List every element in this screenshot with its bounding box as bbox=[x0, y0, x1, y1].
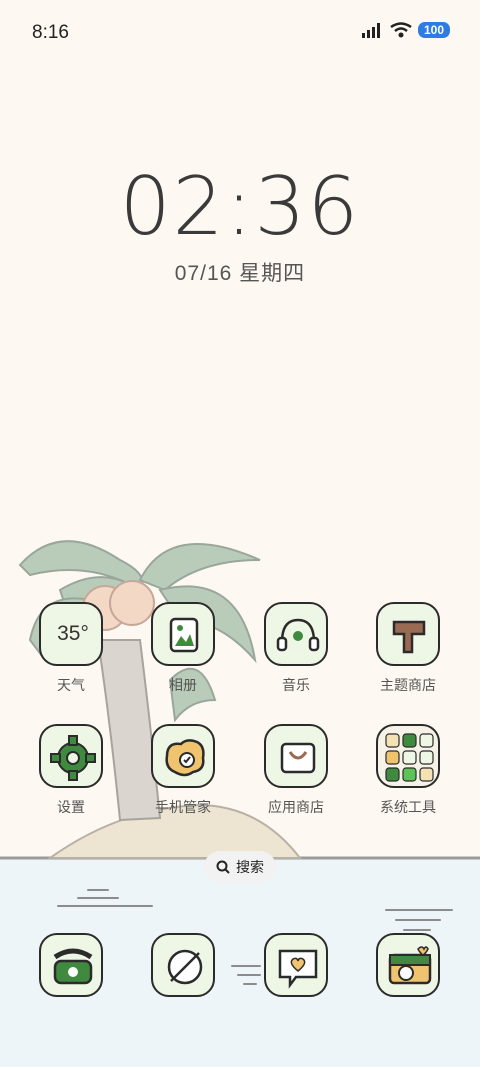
camera-icon[interactable] bbox=[376, 933, 440, 997]
dock-browser[interactable] bbox=[133, 933, 233, 997]
music-icon[interactable] bbox=[264, 602, 328, 666]
phone-manager-icon[interactable] bbox=[151, 724, 215, 788]
app-settings[interactable]: 设置 bbox=[21, 724, 121, 817]
app-label: 相册 bbox=[169, 677, 197, 693]
clock-time: 02:36 bbox=[119, 160, 361, 253]
gallery-icon[interactable] bbox=[151, 602, 215, 666]
messages-icon[interactable] bbox=[264, 933, 328, 997]
weather-temp: 35° bbox=[57, 622, 89, 645]
dock-messages[interactable] bbox=[246, 933, 346, 997]
search-label: 搜索 bbox=[236, 859, 264, 875]
app-store-icon[interactable] bbox=[264, 724, 328, 788]
dock-phone[interactable] bbox=[21, 933, 121, 997]
status-icons: 100 bbox=[361, 22, 450, 38]
settings-icon[interactable] bbox=[39, 724, 103, 788]
app-label: 应用商店 bbox=[268, 799, 324, 815]
app-label: 设置 bbox=[57, 799, 85, 815]
dock-camera[interactable] bbox=[358, 933, 458, 997]
system-tools-folder-icon[interactable] bbox=[376, 724, 440, 788]
status-bar: 8:16 100 bbox=[0, 0, 480, 66]
app-theme-store[interactable]: 主题商店 bbox=[358, 602, 458, 695]
phone-icon[interactable] bbox=[39, 933, 103, 997]
app-music[interactable]: 音乐 bbox=[246, 602, 346, 695]
app-app-store[interactable]: 应用商店 bbox=[246, 724, 346, 817]
weather-icon[interactable]: 35° bbox=[39, 602, 103, 666]
theme-store-icon[interactable] bbox=[376, 602, 440, 666]
signal-icon bbox=[361, 23, 380, 38]
app-label: 主题商店 bbox=[380, 677, 436, 693]
app-label: 天气 bbox=[57, 677, 85, 693]
battery-indicator: 100 bbox=[417, 22, 450, 38]
app-weather[interactable]: 35° 天气 bbox=[21, 602, 121, 695]
app-label: 手机管家 bbox=[155, 799, 211, 815]
folder-system-tools[interactable]: 系统工具 bbox=[358, 724, 458, 817]
browser-icon[interactable] bbox=[151, 933, 215, 997]
wifi-icon bbox=[390, 22, 412, 38]
search-button[interactable]: 搜索 bbox=[204, 851, 276, 883]
app-phone-manager[interactable]: 手机管家 bbox=[133, 724, 233, 817]
status-time: 8:16 bbox=[32, 22, 69, 43]
search-icon bbox=[216, 860, 230, 874]
app-label: 音乐 bbox=[282, 677, 310, 693]
clock-date: 07/16 星期四 bbox=[174, 262, 306, 285]
app-gallery[interactable]: 相册 bbox=[133, 602, 233, 695]
app-label: 系统工具 bbox=[380, 799, 436, 815]
